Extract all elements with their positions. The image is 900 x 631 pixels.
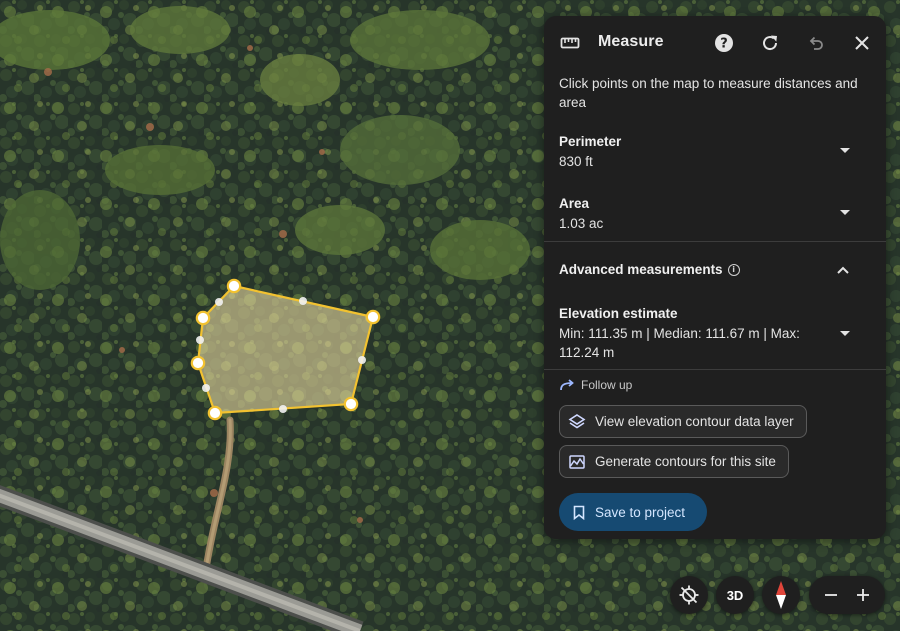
measure-panel: Measure ? Click points on the map to mea… bbox=[544, 16, 886, 539]
compass-button[interactable] bbox=[762, 576, 800, 614]
save-to-project-button[interactable]: Save to project bbox=[559, 493, 707, 531]
compass-icon bbox=[776, 581, 786, 609]
elevation-label: Elevation estimate bbox=[559, 306, 678, 321]
perimeter-label: Perimeter bbox=[559, 134, 622, 149]
area-row[interactable]: Area 1.03 ac bbox=[544, 194, 886, 242]
area-expand-icon bbox=[840, 210, 850, 215]
zoom-out-button[interactable] bbox=[817, 581, 845, 609]
close-icon bbox=[855, 36, 869, 50]
minus-icon bbox=[825, 594, 837, 596]
instructions-text: Click points on the map to measure dista… bbox=[559, 76, 858, 110]
chevron-up-icon[interactable] bbox=[836, 263, 850, 277]
terrain-icon bbox=[569, 454, 585, 469]
divider bbox=[544, 241, 886, 242]
follow-up-label: Follow up bbox=[581, 378, 633, 392]
undo-button[interactable] bbox=[803, 30, 829, 56]
save-to-project-label: Save to project bbox=[595, 504, 686, 520]
generate-contours-label: Generate contours for this site bbox=[595, 454, 776, 469]
help-icon: ? bbox=[715, 34, 733, 52]
refresh-button[interactable] bbox=[757, 30, 783, 56]
location-button[interactable] bbox=[670, 576, 708, 614]
layers-icon bbox=[568, 413, 586, 428]
elevation-row[interactable]: Elevation estimate Min: 111.35 m | Media… bbox=[544, 304, 886, 364]
forward-arrow-icon bbox=[560, 379, 574, 391]
undo-icon bbox=[809, 36, 823, 50]
view-contour-layer-button[interactable]: View elevation contour data layer bbox=[559, 405, 807, 438]
panel-title: Measure bbox=[598, 33, 664, 50]
generate-contours-button[interactable]: Generate contours for this site bbox=[559, 445, 789, 478]
perimeter-expand-icon bbox=[840, 148, 850, 153]
refresh-icon bbox=[763, 35, 778, 51]
advanced-measurements-label: Advanced measurements bbox=[559, 262, 723, 277]
3d-view-button[interactable]: 3D bbox=[716, 576, 754, 614]
close-button[interactable] bbox=[849, 30, 875, 56]
elevation-value: Min: 111.35 m | Median: 111.67 m | Max: … bbox=[559, 326, 800, 360]
3d-view-label: 3D bbox=[726, 587, 744, 603]
follow-up-header: Follow up bbox=[559, 378, 632, 392]
location-off-icon bbox=[679, 585, 699, 605]
panel-header: Measure ? bbox=[544, 16, 886, 72]
elevation-expand-icon bbox=[840, 331, 850, 336]
area-value: 1.03 ac bbox=[559, 216, 604, 231]
area-label: Area bbox=[559, 196, 590, 211]
plus-icon bbox=[857, 589, 869, 601]
perimeter-value: 830 ft bbox=[559, 154, 593, 169]
ruler-icon bbox=[560, 33, 580, 53]
info-icon[interactable]: i bbox=[727, 263, 740, 276]
view-contour-layer-label: View elevation contour data layer bbox=[595, 414, 794, 429]
zoom-in-button[interactable] bbox=[849, 581, 877, 609]
zoom-controls bbox=[809, 576, 885, 614]
svg-text:?: ? bbox=[720, 37, 728, 52]
bookmark-icon bbox=[573, 505, 585, 520]
help-button[interactable]: ? bbox=[711, 30, 737, 56]
divider bbox=[544, 369, 886, 370]
advanced-measurements-toggle[interactable]: Advanced measurements i bbox=[559, 262, 740, 277]
perimeter-row[interactable]: Perimeter 830 ft bbox=[544, 132, 886, 180]
